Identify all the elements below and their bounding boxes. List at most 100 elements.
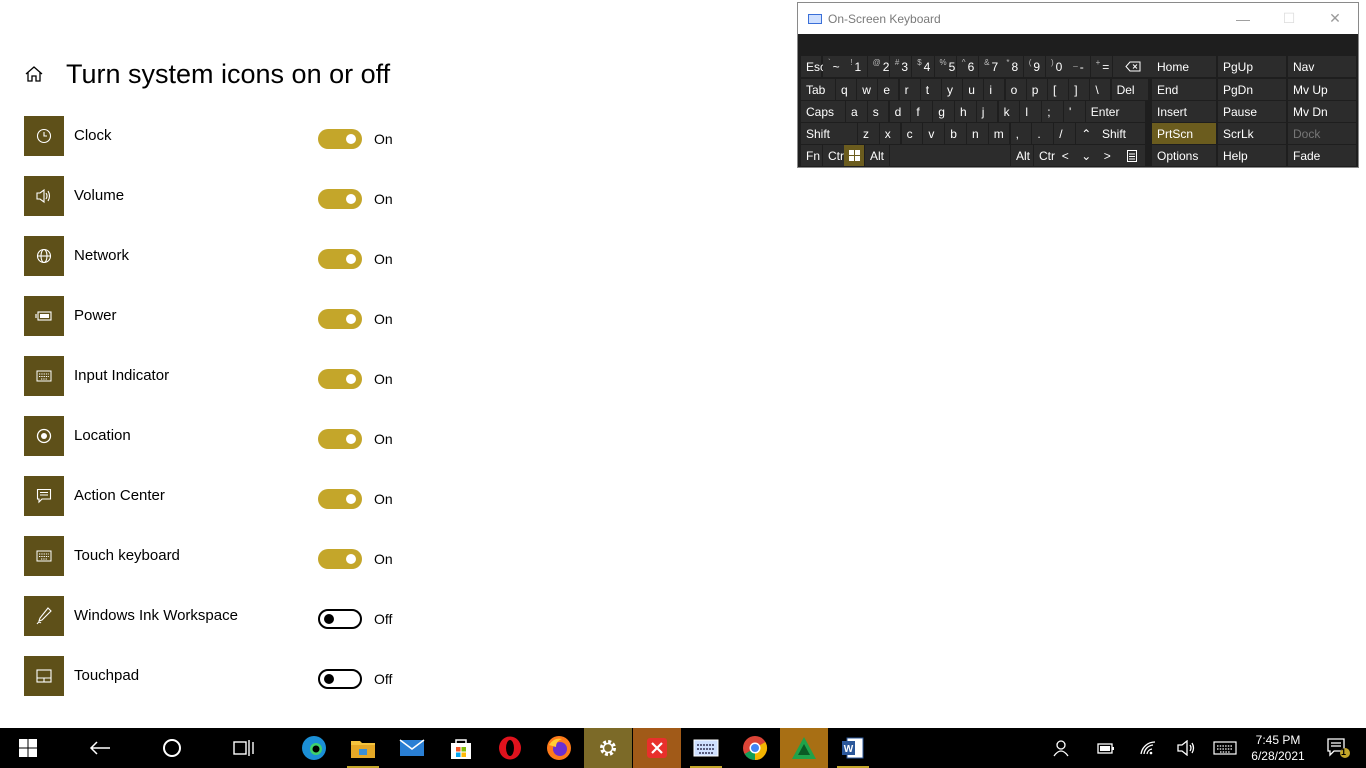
osk-key[interactable]: k [998,101,1020,122]
word-button[interactable]: W [829,728,877,768]
osk-nav-key[interactable]: Mv Dn [1288,101,1356,122]
osk-key[interactable]: b [945,123,966,144]
firefox-button[interactable] [535,728,583,768]
osk-nav-key[interactable]: Dock [1288,123,1356,144]
osk-nav-key[interactable]: Insert [1152,101,1216,122]
close-button[interactable]: ✕ [1312,3,1358,34]
osk-key-down[interactable]: ⌄ [1076,145,1097,166]
toggle-switch[interactable] [318,129,362,149]
osk-key-backspace[interactable] [1112,56,1153,77]
osk-key[interactable]: t [920,79,941,100]
osk-nav-key[interactable]: Fade [1288,145,1356,166]
osk-key[interactable]: #3 [889,56,912,77]
osk-key[interactable]: [ [1048,79,1068,100]
mail-button[interactable] [388,728,436,768]
osk-key[interactable]: i [984,79,1005,100]
settings-taskbar-button[interactable] [584,728,632,768]
action-center-tray-button[interactable]: 1 [1320,728,1356,768]
osk-key[interactable]: p [1026,79,1047,100]
osk-key[interactable]: f [911,101,932,122]
osk-nav-key[interactable]: Nav [1288,56,1356,77]
osk-nav-key[interactable]: Pause [1218,101,1286,122]
edge-button[interactable] [290,728,338,768]
osk-key[interactable]: @2 [867,56,889,77]
osk-key[interactable]: u [963,79,984,100]
people-button[interactable] [1048,728,1076,768]
toggle-switch[interactable] [318,309,362,329]
osk-key-enter[interactable]: Enter [1085,101,1145,122]
volume-tray-button[interactable] [1172,728,1200,768]
osk-key-ctrl-left[interactable]: Ctr [823,145,844,166]
start-button[interactable] [4,728,52,768]
toggle-switch[interactable] [318,429,362,449]
osk-key[interactable]: h [955,101,976,122]
osk-taskbar-button[interactable] [682,728,730,768]
osk-key[interactable]: o [1005,79,1026,100]
osk-key[interactable]: \ [1090,79,1111,100]
osk-key[interactable]: / [1054,123,1075,144]
osk-nav-key[interactable]: End [1152,79,1216,100]
back-button[interactable] [76,728,124,768]
osk-nav-key[interactable]: Options [1152,145,1216,166]
error-app-button[interactable] [633,728,681,768]
taskbar-clock[interactable]: 7:45 PM 6/28/2021 [1238,732,1318,764]
osk-key-shift-right[interactable]: Shift [1097,123,1145,144]
osk-key[interactable]: w [857,79,878,100]
osk-key-space[interactable] [890,145,1010,166]
toggle-switch[interactable] [318,249,362,269]
osk-key[interactable]: m [988,123,1010,144]
osk-key[interactable]: ! 1 [845,56,867,77]
osk-key-esc[interactable]: Esc [801,56,826,77]
osk-nav-key[interactable]: Mv Up [1288,79,1356,100]
osk-nav-key[interactable]: PrtScn [1152,123,1216,144]
osk-key-up[interactable]: ⌃ [1076,123,1097,144]
osk-key[interactable]: c [901,123,923,144]
osk-key[interactable]: ' [1064,101,1085,122]
osk-key[interactable]: z [858,123,879,144]
osk-key[interactable]: + = [1090,56,1113,77]
osk-key[interactable]: e [878,79,899,100]
osk-nav-key[interactable]: Home [1152,56,1216,77]
osk-key[interactable]: d [889,101,911,122]
osk-key[interactable]: % 5 [934,56,956,77]
osk-key[interactable]: (9 [1023,56,1046,77]
maximize-button[interactable]: ☐ [1266,3,1312,34]
osk-key-alt-right[interactable]: Alt [1011,145,1033,166]
osk-nav-key[interactable]: PgUp [1218,56,1286,77]
osk-key-right[interactable]: > [1097,145,1118,166]
toggle-switch[interactable] [318,549,362,569]
opera-button[interactable] [486,728,534,768]
osk-key[interactable]: l [1020,101,1041,122]
osk-nav-key[interactable]: Help [1218,145,1286,166]
store-button[interactable] [437,728,485,768]
osk-key-left[interactable]: < [1055,145,1076,166]
osk-key-alt-left[interactable]: Alt [865,145,889,166]
osk-key[interactable]: , [1010,123,1032,144]
osk-key[interactable]: ; [1042,101,1063,122]
osk-titlebar[interactable]: On-Screen Keyboard — ☐ ✕ [798,3,1358,34]
osk-key[interactable]: g [933,101,954,122]
osk-key[interactable]: _ - [1068,56,1090,77]
osk-key-windows[interactable] [844,145,864,166]
osk-key[interactable]: a [846,101,867,122]
osk-key-fn[interactable]: Fn [801,145,822,166]
osk-key[interactable]: ) 0 [1046,56,1068,77]
osk-nav-key[interactable]: ScrLk [1218,123,1286,144]
cortana-button[interactable] [148,728,196,768]
toggle-switch[interactable] [318,609,362,629]
osk-key[interactable]: * 8 [1001,56,1023,77]
osk-key[interactable]: & 7 [979,56,1001,77]
osk-key-ctrl-right[interactable]: Ctr [1034,145,1055,166]
home-icon[interactable] [24,64,44,84]
osk-key[interactable]: ^ 6 [956,56,979,77]
osk-key-shift-left[interactable]: Shift [801,123,857,144]
osk-key[interactable]: . [1032,123,1053,144]
app-triangle-button[interactable] [780,728,828,768]
osk-key[interactable]: q [836,79,856,100]
toggle-switch[interactable] [318,369,362,389]
battery-tray-button[interactable] [1092,728,1120,768]
osk-key[interactable]: n [967,123,988,144]
osk-key[interactable]: $4 [912,56,934,77]
toggle-switch[interactable] [318,189,362,209]
task-view-button[interactable] [220,728,268,768]
